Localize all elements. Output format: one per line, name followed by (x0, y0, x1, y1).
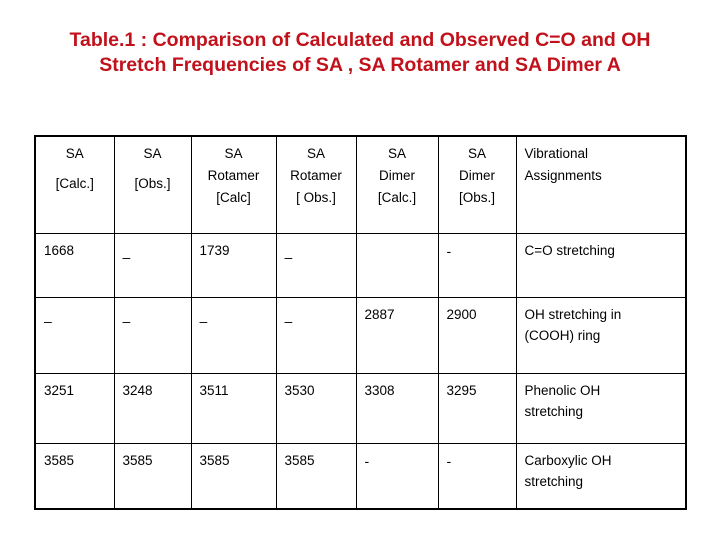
value: – (199, 312, 208, 329)
assignment-line-2: stretching (524, 473, 584, 489)
header-line-1b: Rotamer (290, 168, 342, 183)
cell-sa-dimer-obs: - (437, 232, 517, 298)
value: 1668 (44, 242, 75, 258)
value: – (122, 312, 131, 329)
cell-sa-dimer-obs: - (437, 442, 517, 510)
header-line-1: SA (65, 146, 84, 161)
value: 3585 (44, 452, 75, 468)
frequency-table: SA [Calc.] SA [Obs.] SA Rotamer [Calc] S… (34, 135, 687, 510)
value: - (446, 242, 452, 259)
header-line-2: [Calc.] (55, 176, 94, 191)
value: 2900 (446, 306, 477, 322)
cell-sa-calc: 1668 (34, 232, 115, 298)
cell-vibrational-assignment: Carboxylic OH stretching (515, 442, 687, 510)
value: 2887 (364, 306, 395, 322)
value: 3585 (122, 452, 153, 468)
header-line-1b: Dimer (459, 168, 495, 183)
assignment-line-2: (COOH) ring (524, 327, 601, 343)
header-line-2: [Obs.] (134, 176, 171, 191)
value: 3251 (44, 382, 75, 398)
header-cell-sa-dimer-calc: SA Dimer [Calc.] (355, 135, 439, 234)
value: 3530 (284, 382, 315, 398)
cell-sa-dimer-obs: 3295 (437, 372, 517, 444)
header-cell-vibrational-assignments: Vibrational Assignments (515, 135, 687, 234)
cell-sa-dimer-obs: 2900 (437, 296, 517, 374)
header-line-1b: Dimer (379, 168, 415, 183)
header-line-1: SA (467, 146, 486, 161)
slide: Table.1 : Comparison of Calculated and O… (0, 0, 720, 540)
table-row: – – – – 2887 2900 OH stretching in (COOH… (34, 296, 687, 374)
value: 3308 (364, 382, 395, 398)
cell-sa-obs: – (113, 296, 192, 374)
cell-sa-rotamer-calc: 3511 (190, 372, 277, 444)
cell-sa-rotamer-obs: – (275, 296, 357, 374)
header-line-1: SA (387, 146, 406, 161)
header-line-1: SA (143, 146, 162, 161)
cell-sa-calc: – (34, 296, 115, 374)
assignment-line-1: Carboxylic OH (524, 452, 612, 468)
value: - (364, 452, 370, 469)
header-line-2: [Obs.] (458, 190, 495, 205)
value: – (284, 248, 293, 265)
value: 3511 (199, 382, 229, 398)
page-title: Table.1 : Comparison of Calculated and O… (69, 29, 651, 76)
cell-vibrational-assignment: C=O stretching (515, 232, 687, 298)
cell-sa-rotamer-calc: 1739 (190, 232, 277, 298)
header-cell-sa-rotamer-obs: SA Rotamer [ Obs.] (275, 135, 357, 234)
cell-sa-rotamer-obs: – (275, 232, 357, 298)
table-row: 3585 3585 3585 3585 - - Carboxylic OH st… (34, 442, 687, 510)
header-cell-sa-calc: SA [Calc.] (34, 135, 115, 234)
header-line-2: [Calc.] (377, 190, 417, 205)
frequency-table-container: SA [Calc.] SA [Obs.] SA Rotamer [Calc] S… (34, 135, 687, 510)
cell-vibrational-assignment: OH stretching in (COOH) ring (515, 296, 687, 374)
cell-sa-dimer-calc (355, 232, 439, 298)
value: 3248 (122, 382, 153, 398)
value: – (284, 312, 293, 329)
header-line-1: SA (224, 146, 243, 161)
value: 1739 (199, 242, 230, 258)
assignment-line-2: stretching (524, 403, 584, 419)
cell-sa-rotamer-obs: 3585 (275, 442, 357, 510)
cell-sa-dimer-calc: 2887 (355, 296, 439, 374)
header-line-1b: Rotamer (207, 168, 260, 183)
cell-sa-obs: 3585 (113, 442, 192, 510)
value: 3585 (199, 452, 230, 468)
header-line-1: SA (306, 146, 325, 161)
cell-sa-obs: 3248 (113, 372, 192, 444)
assignment-line-1: OH stretching in (524, 306, 622, 322)
value: - (446, 452, 452, 469)
header-line-2: [Calc] (216, 190, 251, 205)
header-line-1b: Assignments (524, 168, 602, 183)
assignment-line-1: C=O stretching (524, 242, 615, 258)
header-spacer (120, 165, 186, 173)
cell-sa-obs: – (113, 232, 192, 298)
assignment-line-1: Phenolic OH (524, 382, 601, 398)
value: 3295 (446, 382, 477, 398)
header-cell-sa-obs: SA [Obs.] (113, 135, 192, 234)
cell-sa-rotamer-obs: 3530 (275, 372, 357, 444)
header-line-2: [ Obs.] (296, 190, 336, 205)
table-header-row: SA [Calc.] SA [Obs.] SA Rotamer [Calc] S… (34, 135, 687, 234)
cell-sa-rotamer-calc: 3585 (190, 442, 277, 510)
cell-sa-dimer-calc: - (355, 442, 439, 510)
table-row: 3251 3248 3511 3530 3308 3295 Phenolic O… (34, 372, 687, 444)
cell-sa-calc: 3251 (34, 372, 115, 444)
value: – (44, 312, 52, 329)
table-row: 1668 – 1739 – - C=O stretching (34, 232, 687, 298)
cell-sa-dimer-calc: 3308 (355, 372, 439, 444)
cell-sa-rotamer-calc: – (190, 296, 277, 374)
header-spacer (41, 165, 109, 173)
header-cell-sa-dimer-obs: SA Dimer [Obs.] (437, 135, 517, 234)
value: – (122, 248, 131, 265)
cell-vibrational-assignment: Phenolic OH stretching (515, 372, 687, 444)
value: 3585 (284, 452, 315, 468)
header-line-1: Vibrational (524, 146, 589, 161)
header-cell-sa-rotamer-calc: SA Rotamer [Calc] (190, 135, 277, 234)
cell-sa-calc: 3585 (34, 442, 115, 510)
